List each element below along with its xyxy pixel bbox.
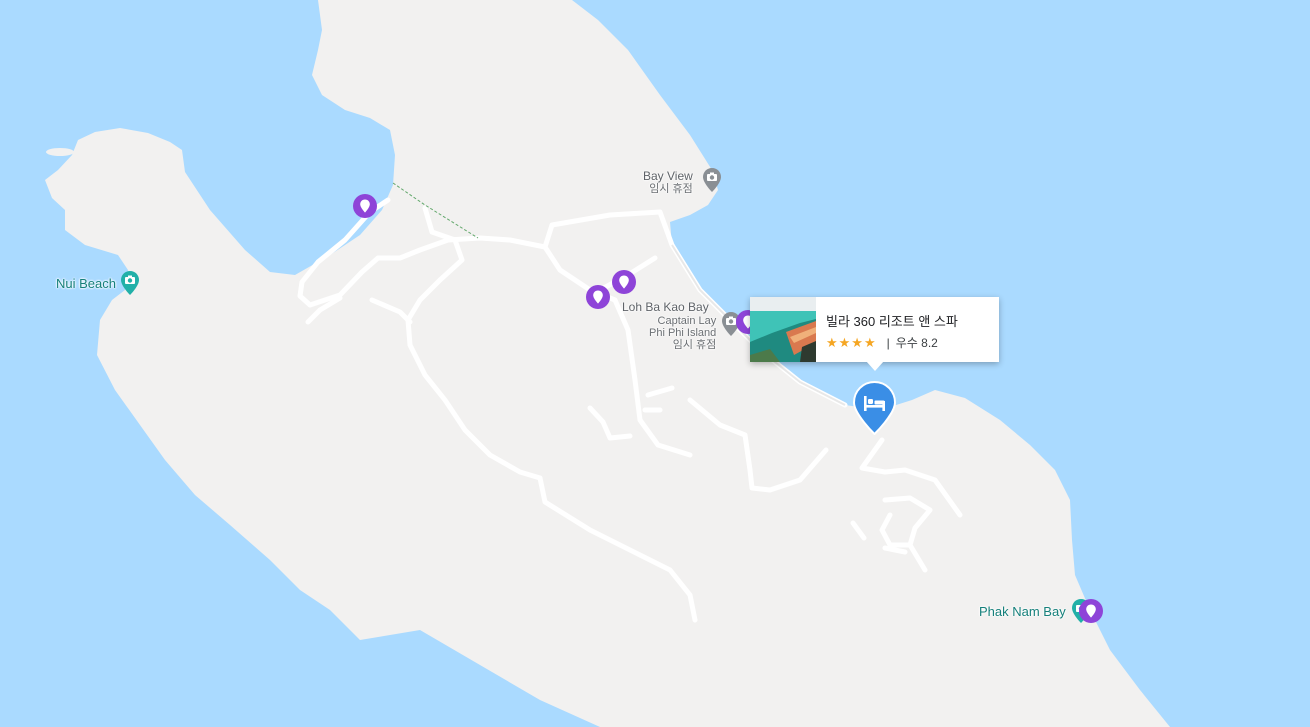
phak-nam-bay-label[interactable]: Phak Nam Bay — [979, 605, 1066, 618]
hotel-rating: ★★★★ | 우수 8.2 — [826, 334, 958, 351]
rating-separator: | — [886, 335, 890, 350]
bay-view-name: Bay View — [643, 169, 693, 183]
rock-islet — [46, 148, 74, 156]
hotel-thumbnail — [750, 297, 816, 362]
camera-icon[interactable] — [702, 167, 722, 193]
camera-icon[interactable] — [120, 270, 140, 296]
hotel-name: 빌라 360 리조트 앤 스파 — [826, 314, 958, 329]
location-pin-icon[interactable] — [352, 193, 378, 219]
captain-lay-line1: Captain Lay — [657, 315, 717, 327]
location-pin-icon[interactable] — [585, 284, 611, 310]
captain-lay-line2: Phi Phi Island — [649, 327, 717, 339]
rating-score: 우수 8.2 — [895, 336, 938, 350]
nui-beach-label[interactable]: Nui Beach — [56, 277, 116, 290]
bed-icon[interactable] — [852, 381, 897, 435]
info-card-pointer — [866, 361, 884, 371]
captain-lay-status: 임시 휴점 — [672, 339, 717, 351]
loh-ba-kao-label[interactable]: Loh Ba Kao Bay — [622, 301, 709, 314]
bay-view-label[interactable]: Bay View 임시 휴점 — [643, 170, 693, 196]
location-pin-icon[interactable] — [1078, 598, 1104, 624]
star-icon: ★★★★ — [826, 334, 877, 350]
map-canvas[interactable] — [0, 0, 1310, 727]
location-pin-icon[interactable] — [611, 269, 637, 295]
captain-lay-label[interactable]: Captain Lay Phi Phi Island 임시 휴점 — [649, 315, 716, 351]
bay-view-status: 임시 휴점 — [649, 183, 693, 195]
hotel-info-card[interactable]: 빌라 360 리조트 앤 스파 ★★★★ | 우수 8.2 — [750, 297, 999, 362]
